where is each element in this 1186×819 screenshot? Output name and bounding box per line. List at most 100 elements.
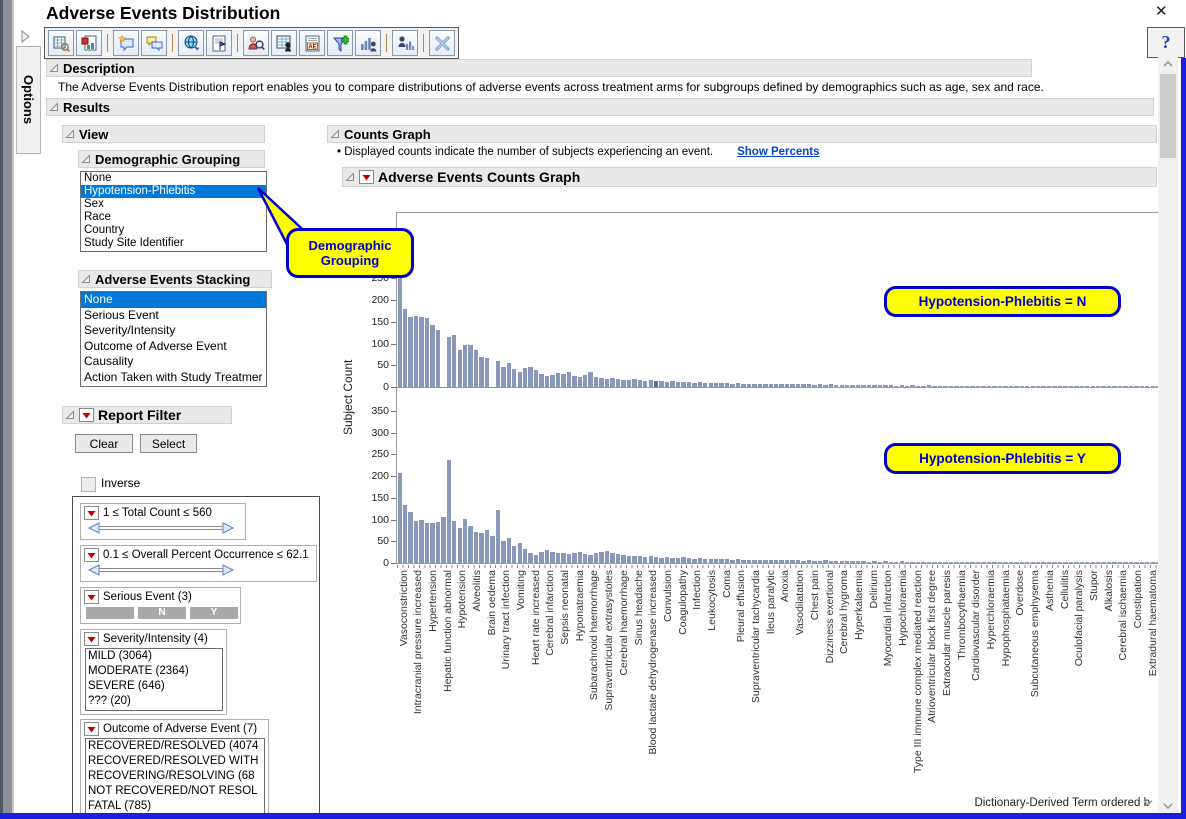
bar[interactable] <box>894 562 898 563</box>
red-triangle-menu-icon[interactable] <box>84 506 99 520</box>
bar[interactable] <box>763 560 767 563</box>
bar[interactable] <box>823 560 827 563</box>
list-item[interactable]: Study Site Identifier <box>81 237 266 250</box>
bar[interactable] <box>774 560 778 563</box>
bar[interactable] <box>610 378 614 387</box>
bar[interactable] <box>1085 386 1089 387</box>
bar[interactable] <box>769 384 773 387</box>
bar[interactable] <box>823 385 827 387</box>
bar[interactable] <box>458 528 462 563</box>
list-item[interactable]: FATAL (785) <box>86 799 264 814</box>
bar[interactable] <box>1129 386 1133 387</box>
bar[interactable] <box>790 560 794 563</box>
bar[interactable] <box>621 555 625 563</box>
segment-button[interactable]: N <box>138 607 186 619</box>
list-item[interactable]: None <box>81 172 266 185</box>
subject-table-button[interactable] <box>271 30 297 56</box>
bar[interactable] <box>796 384 800 387</box>
bar[interactable] <box>850 385 854 387</box>
disclosure-icon[interactable] <box>65 129 75 139</box>
bar[interactable] <box>998 386 1002 387</box>
bar[interactable] <box>610 553 614 563</box>
bar[interactable] <box>534 370 538 387</box>
bar[interactable] <box>1063 562 1067 563</box>
list-item[interactable]: MILD (3064) <box>86 649 222 664</box>
bar[interactable] <box>507 538 511 563</box>
adverse-events-counts-graph-header[interactable]: Adverse Events Counts Graph <box>342 167 1157 187</box>
bar[interactable] <box>774 384 778 387</box>
bar[interactable] <box>507 363 511 387</box>
bar[interactable] <box>441 517 445 563</box>
bar[interactable] <box>430 325 434 387</box>
chevron-down-icon[interactable] <box>1142 799 1154 807</box>
bar[interactable] <box>1101 386 1105 387</box>
bar[interactable] <box>638 380 642 387</box>
bar[interactable] <box>867 562 871 563</box>
bar[interactable] <box>1118 386 1122 387</box>
disclosure-icon[interactable] <box>65 410 75 420</box>
add-filter-button[interactable] <box>327 30 353 56</box>
bar[interactable] <box>556 553 560 563</box>
bar[interactable] <box>981 386 985 387</box>
counts-graph-header[interactable]: Counts Graph <box>327 125 1157 143</box>
bar[interactable] <box>436 522 440 563</box>
bar[interactable] <box>834 385 838 387</box>
bar[interactable] <box>665 382 669 387</box>
bar[interactable] <box>627 556 631 563</box>
bar[interactable] <box>752 560 756 563</box>
scroll-down-icon[interactable] <box>1158 797 1178 814</box>
description-header[interactable]: Description <box>46 59 1032 77</box>
bar[interactable] <box>1047 386 1051 387</box>
bar[interactable] <box>709 559 713 563</box>
scroll-up-icon[interactable] <box>1158 55 1178 72</box>
select-button[interactable]: Select <box>140 434 197 453</box>
list-item[interactable]: RECOVERED/RESOLVED (4074 <box>86 739 264 754</box>
bar[interactable] <box>1145 386 1149 387</box>
bar[interactable] <box>463 345 467 387</box>
range-slider[interactable] <box>86 563 316 582</box>
bar[interactable] <box>1074 386 1078 387</box>
bar[interactable] <box>670 558 674 563</box>
list-item[interactable]: Action Taken with Study Treatmer <box>81 370 266 386</box>
bar[interactable] <box>1063 386 1067 387</box>
bar[interactable] <box>730 384 734 387</box>
red-triangle-menu-icon[interactable] <box>84 632 99 646</box>
expand-options-icon[interactable] <box>20 30 31 43</box>
bar[interactable] <box>659 558 663 563</box>
bar[interactable] <box>1134 386 1138 387</box>
bar[interactable] <box>649 380 653 387</box>
bar[interactable] <box>949 562 953 563</box>
bar[interactable] <box>943 562 947 563</box>
bar[interactable] <box>709 383 713 387</box>
red-triangle-menu-icon[interactable] <box>79 408 94 422</box>
bar[interactable] <box>425 523 429 563</box>
red-triangle-menu-icon[interactable] <box>84 590 99 604</box>
bar[interactable] <box>523 549 527 563</box>
bar[interactable] <box>938 562 942 563</box>
bar[interactable] <box>1140 386 1144 387</box>
bar[interactable] <box>659 381 663 387</box>
bar[interactable] <box>1036 562 1040 563</box>
bar[interactable] <box>1096 386 1100 387</box>
bar[interactable] <box>812 385 816 387</box>
bar[interactable] <box>550 375 554 387</box>
create-report-button[interactable] <box>206 30 232 56</box>
vertical-scrollbar[interactable] <box>1158 55 1178 819</box>
bar[interactable] <box>1123 562 1127 563</box>
bar[interactable] <box>398 278 402 387</box>
segment-button[interactable]: Y <box>190 607 238 619</box>
bar[interactable] <box>867 385 871 387</box>
bar[interactable] <box>763 384 767 387</box>
bar[interactable] <box>474 532 478 563</box>
bar[interactable] <box>878 562 882 563</box>
bar[interactable] <box>856 561 860 563</box>
bar[interactable] <box>992 562 996 563</box>
ae-narrative-button[interactable]: AE <box>299 30 325 56</box>
bar[interactable] <box>605 551 609 563</box>
bar[interactable] <box>528 553 532 563</box>
bar[interactable] <box>1025 386 1029 387</box>
bar[interactable] <box>1003 562 1007 563</box>
bar[interactable] <box>567 372 571 387</box>
bar[interactable] <box>1041 562 1045 563</box>
bar[interactable] <box>927 385 931 387</box>
